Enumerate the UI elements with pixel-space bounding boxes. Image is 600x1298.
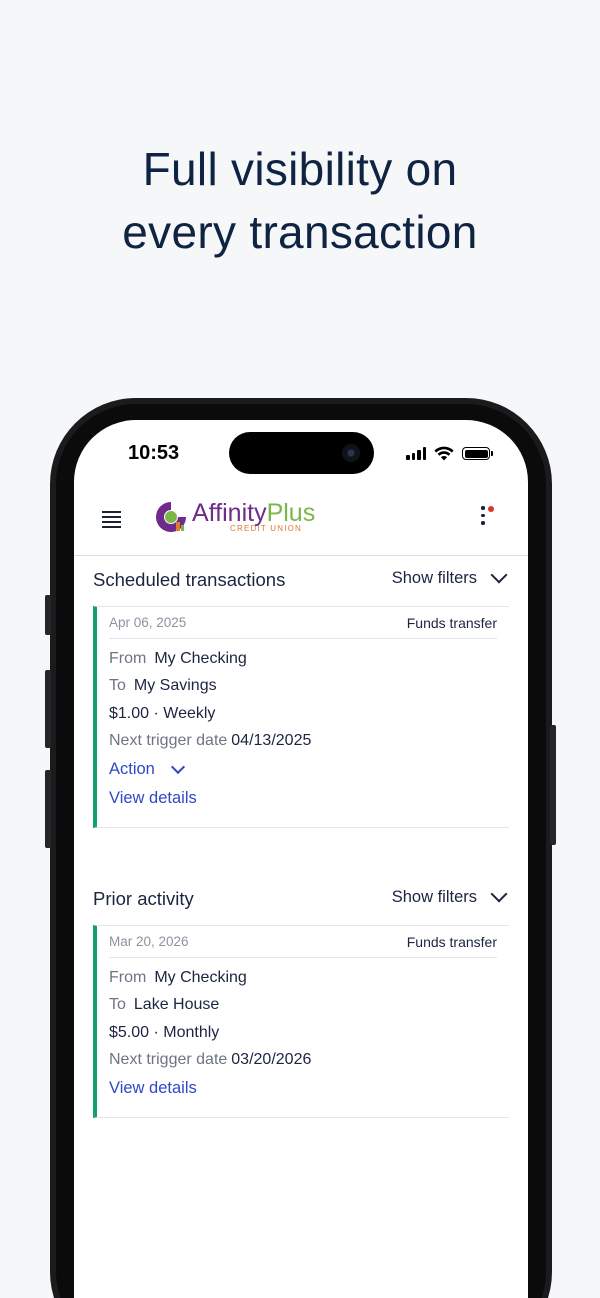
chevron-down-icon: [490, 566, 508, 584]
show-filters-label: Show filters: [391, 569, 477, 587]
amount-frequency: $5.00 · Monthly: [109, 1023, 220, 1041]
from-account: My Checking: [154, 968, 247, 986]
wifi-icon: [434, 446, 454, 461]
logo-mark-icon: [154, 500, 188, 534]
show-filters-scheduled-button[interactable]: Show filters: [391, 566, 508, 588]
to-label: To: [109, 996, 126, 1014]
phone-screen: 10:53 AffinityPlus CREDIT UNION Schedule…: [74, 420, 528, 1298]
section-title-scheduled: Scheduled transactions: [93, 569, 286, 590]
app-header: AffinityPlus CREDIT UNION: [74, 486, 528, 556]
phone-mute-switch: [45, 595, 51, 635]
transaction-card: Mar 20, 2026 Funds transfer From My Chec…: [93, 925, 509, 1118]
prior-activity-section: Prior activity Show filters Mar 20, 2026…: [93, 875, 509, 1118]
affinity-plus-logo[interactable]: AffinityPlus CREDIT UNION: [154, 500, 315, 534]
transaction-date: Apr 06, 2025: [109, 615, 187, 630]
more-options-icon[interactable]: [478, 506, 494, 532]
show-filters-prior-button[interactable]: Show filters: [391, 885, 508, 907]
phone-power-button: [550, 725, 556, 845]
action-dropdown[interactable]: Action: [109, 755, 497, 784]
chevron-down-icon: [170, 759, 185, 774]
logo-text-affinity: Affinity: [192, 499, 267, 527]
logo-text-plus: Plus: [266, 499, 316, 527]
section-title-prior: Prior activity: [93, 888, 194, 909]
phone-volume-up: [45, 670, 51, 748]
amount-frequency: $1.00 · Weekly: [109, 704, 216, 722]
menu-icon[interactable]: [102, 511, 121, 531]
from-label: From: [109, 968, 147, 986]
headline-line-2: every transaction: [122, 206, 478, 258]
action-label: Action: [109, 760, 155, 778]
status-icons: [406, 446, 493, 461]
phone-volume-down: [45, 770, 51, 848]
to-account: Lake House: [133, 996, 220, 1014]
transaction-date: Mar 20, 2026: [109, 934, 189, 949]
from-account: My Checking: [154, 649, 247, 667]
next-trigger-date: 04/13/2025: [231, 732, 312, 750]
to-account: My Savings: [133, 677, 217, 695]
status-bar: 10:53: [74, 420, 528, 486]
scheduled-transactions-section: Scheduled transactions Show filters Apr …: [93, 556, 509, 828]
transaction-type: Funds transfer: [406, 933, 497, 950]
show-filters-label: Show filters: [391, 888, 477, 906]
status-time: 10:53: [128, 442, 180, 464]
chevron-down-icon: [490, 885, 508, 903]
next-trigger-label: Next trigger date: [109, 1051, 228, 1069]
headline-line-1: Full visibility on: [142, 143, 458, 195]
to-label: To: [109, 677, 126, 695]
notification-dot: [488, 506, 494, 512]
camera-icon: [342, 444, 360, 462]
transaction-card: Apr 06, 2025 Funds transfer From My Chec…: [93, 606, 509, 828]
next-trigger-label: Next trigger date: [109, 732, 228, 750]
battery-icon: [462, 447, 493, 460]
next-trigger-date: 03/20/2026: [231, 1051, 312, 1069]
dynamic-island: [229, 432, 374, 474]
cellular-signal-icon: [406, 447, 426, 460]
from-label: From: [109, 649, 147, 667]
marketing-headline: Full visibility on every transaction: [0, 138, 600, 264]
transaction-type: Funds transfer: [406, 614, 497, 631]
view-details-link[interactable]: View details: [109, 789, 197, 808]
view-details-link[interactable]: View details: [109, 1079, 197, 1098]
